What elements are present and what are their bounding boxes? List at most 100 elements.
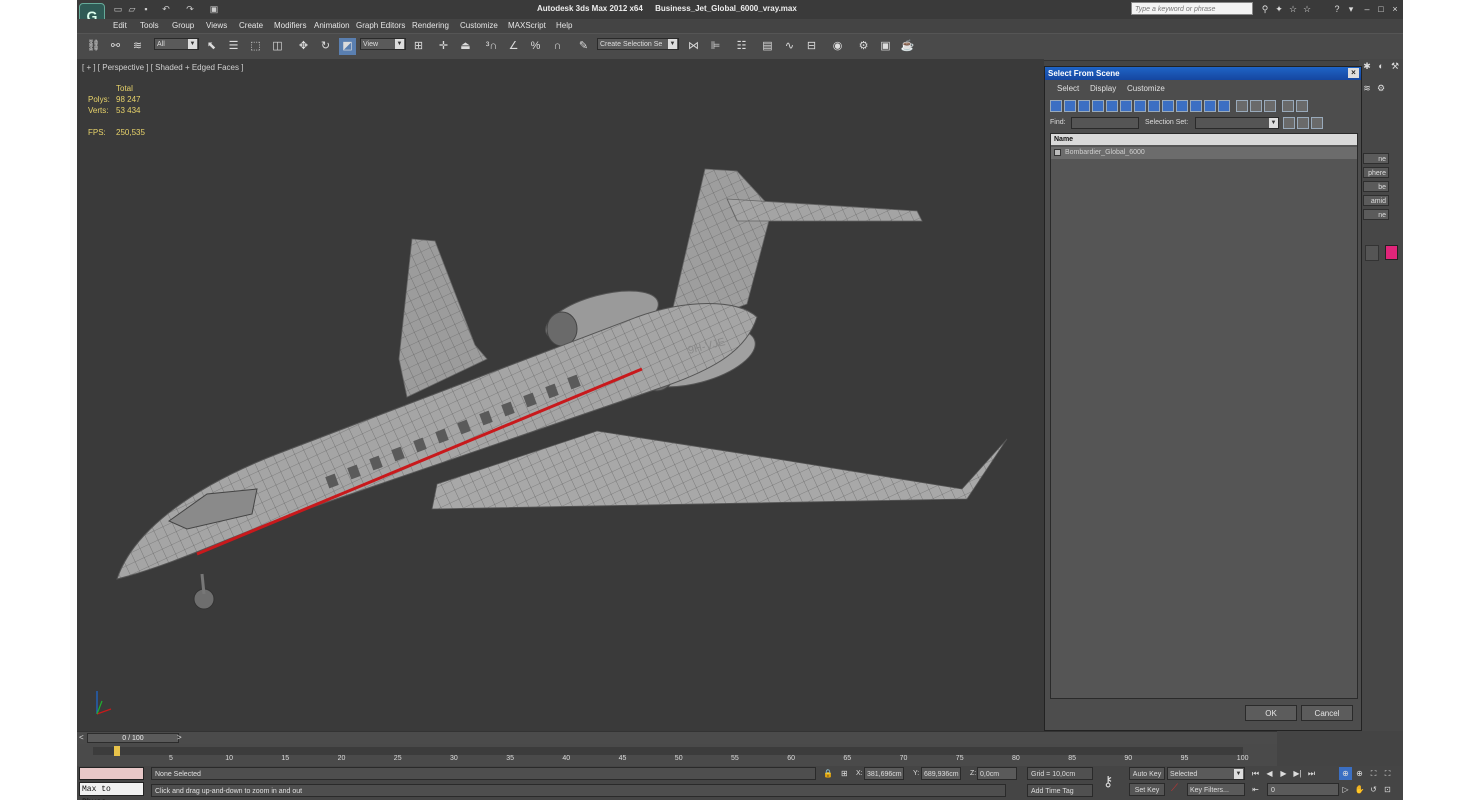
absolute-mode-icon[interactable]: ⊞ [841,769,848,778]
selection-set-icon-1[interactable] [1283,117,1295,129]
selection-filter-dropdown[interactable]: All ▼ [154,38,199,50]
orbit-icon[interactable]: ↺ [1367,783,1380,796]
selection-set-icon-3[interactable] [1311,117,1323,129]
menu-create[interactable]: Create [239,21,263,30]
named-selection-dropdown[interactable]: Create Selection Se ▼ [597,38,679,50]
modify-tab-icon[interactable]: ◐ [1375,61,1387,74]
maxscript-listener[interactable] [79,767,144,780]
snaps-toggle-icon[interactable]: ³∩ [483,38,500,55]
menu-help[interactable]: Help [556,21,572,30]
unlink-icon[interactable]: ⚯ [107,38,124,55]
field-of-view-icon[interactable]: ▷ [1339,783,1352,796]
selection-set-dropdown[interactable]: ▼ [1195,117,1279,129]
menu-animation[interactable]: Animation [314,21,350,30]
bind-space-warp-icon[interactable]: ≋ [129,38,146,55]
cancel-button[interactable]: Cancel [1301,705,1353,721]
current-frame-field[interactable]: 0 [1267,783,1339,796]
menu-group[interactable]: Group [172,21,194,30]
set-key-button[interactable]: Set Key [1129,783,1165,796]
zoom-extents-icon[interactable]: ⛶ [1367,767,1380,780]
undo-icon[interactable]: ↶ [159,3,173,15]
track-strip[interactable] [93,746,1243,756]
display-containers-icon[interactable] [1176,100,1188,112]
object-color-swatch[interactable] [1385,245,1398,260]
key-mode-toggle-icon[interactable]: ⇤ [1249,783,1262,796]
rotate-icon[interactable]: ↻ [317,38,334,55]
object-name-field[interactable] [1365,245,1379,261]
reference-coordinate-dropdown[interactable]: View ▼ [360,38,406,50]
mirror-icon[interactable]: ⋈ [685,38,702,55]
ok-button[interactable]: OK [1245,705,1297,721]
display-shapes-icon[interactable] [1064,100,1076,112]
display-groups-icon[interactable] [1134,100,1146,112]
object-type-button-5[interactable]: ne [1363,209,1389,220]
new-file-icon[interactable]: ▭ [111,3,125,15]
save-file-icon[interactable]: ▪ [139,3,153,15]
track-bar[interactable]: 5 10 15 20 25 30 35 40 45 50 55 60 65 70 75 80 85 90 95 100 [77,744,1277,766]
redo-icon[interactable]: ↷ [183,3,197,15]
select-none-icon[interactable] [1250,100,1262,112]
curve-editor-icon[interactable]: ∿ [781,38,798,55]
next-frame-icon[interactable]: ▶| [1291,767,1304,780]
rectangular-selection-icon[interactable]: ⬚ [247,38,264,55]
object-type-button-4[interactable]: amid [1363,195,1389,206]
scale-icon[interactable]: ◩ [339,38,356,55]
display-cameras-icon[interactable] [1092,100,1104,112]
layer-manager-icon[interactable]: ☷ [733,38,750,55]
display-xrefs-icon[interactable] [1148,100,1160,112]
auto-key-button[interactable]: Auto Key [1129,767,1165,780]
menu-tools[interactable]: Tools [140,21,159,30]
key-mode-dropdown[interactable]: Selected ▼ [1167,767,1245,780]
go-to-end-icon[interactable]: ⏭ [1305,767,1318,780]
select-by-name-icon[interactable]: ☰ [225,38,242,55]
time-slider[interactable]: 0 / 100 [87,733,179,743]
find-input[interactable] [1071,117,1139,129]
display-helpers-icon[interactable] [1106,100,1118,112]
dialog-menu-customize[interactable]: Customize [1127,84,1165,93]
maxscript-mini-listener[interactable]: Max to Physc. [79,782,144,800]
dialog-menu-select[interactable]: Select [1057,84,1079,93]
object-type-button-2[interactable]: phere [1363,167,1389,178]
perspective-viewport[interactable]: [ + ] [ Perspective ] [ Shaded + Edged F… [77,59,1044,731]
move-icon[interactable]: ✥ [295,38,312,55]
name-column-header[interactable]: Name [1051,134,1357,145]
key-filters-button[interactable]: Key Filters... [1187,783,1245,796]
material-editor-icon[interactable]: ◉ [829,38,846,55]
select-object-icon[interactable]: ⬉ [203,38,220,55]
render-setup-icon[interactable]: ⚙ [855,38,872,55]
object-type-button-3[interactable]: be [1363,181,1389,192]
menu-rendering[interactable]: Rendering [412,21,449,30]
z-coordinate-field[interactable]: 0,0cm [977,767,1017,780]
communication-center-icon[interactable]: ✦ [1273,3,1285,15]
help-dropdown-icon[interactable]: ▾ [1345,3,1357,15]
display-lights-icon[interactable] [1078,100,1090,112]
render-production-icon[interactable]: ☕ [899,38,916,55]
select-all-icon[interactable] [1236,100,1248,112]
link-icon[interactable]: ⛓ [85,38,102,55]
menu-customize[interactable]: Customize [460,21,498,30]
time-next-icon[interactable]: > [177,733,182,742]
edit-named-selection-icon[interactable]: ✎ [575,38,592,55]
maximize-icon[interactable]: □ [1375,3,1387,15]
object-type-button-1[interactable]: ne [1363,153,1389,164]
scene-object-list[interactable]: Name Bombardier_Global_6000 [1050,133,1358,699]
create-tab-icon[interactable]: ✱ [1361,61,1373,74]
set-key-icon[interactable]: ⚷ [1103,773,1113,790]
pan-view-icon[interactable]: ✋ [1353,783,1366,796]
filter-icon[interactable] [1282,100,1294,112]
time-prev-icon[interactable]: < [79,733,84,742]
display-frozen-icon[interactable] [1190,100,1202,112]
star-icon[interactable]: ☆ [1287,3,1299,15]
minimize-icon[interactable]: – [1361,3,1373,15]
schematic-view-icon[interactable]: ⊟ [803,38,820,55]
pivot-center-icon[interactable]: ⊞ [410,38,427,55]
hierarchy-tab-icon[interactable]: ⚒ [1389,61,1401,74]
display-hidden-icon[interactable] [1204,100,1216,112]
help-icon[interactable]: ? [1331,3,1343,15]
graphite-ribbon-icon[interactable]: ▤ [759,38,776,55]
display-all-icon[interactable] [1218,100,1230,112]
close-icon[interactable]: × [1389,3,1401,15]
y-coordinate-field[interactable]: 689,936cm [921,767,961,780]
x-coordinate-field[interactable]: 381,696cm [864,767,904,780]
favorites-icon[interactable]: ☆ [1301,3,1313,15]
